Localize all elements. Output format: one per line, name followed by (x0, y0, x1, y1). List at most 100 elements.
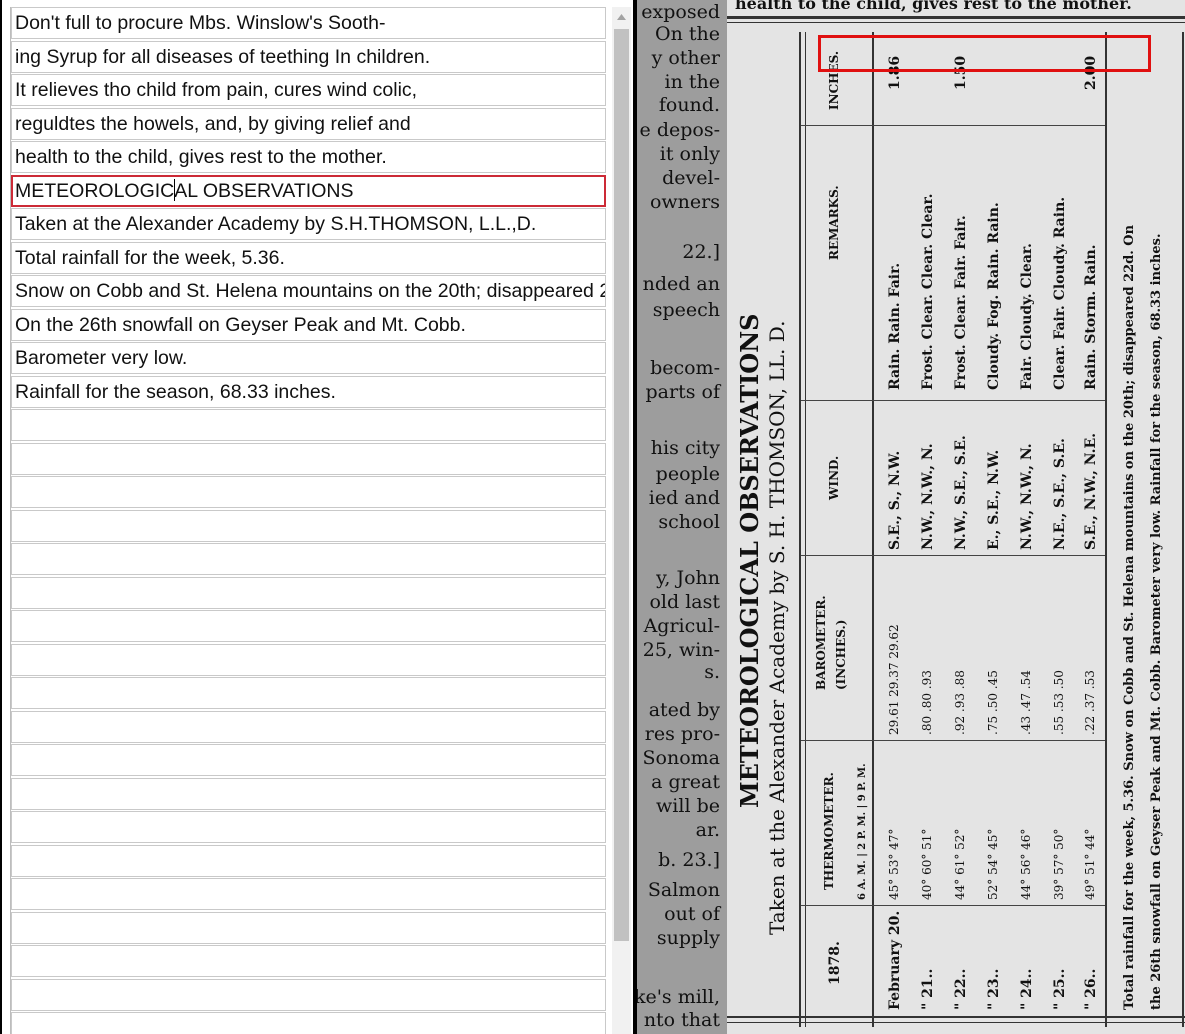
transcription-line-input[interactable]: Barometer very low. (11, 342, 606, 374)
scroll-up-arrow-icon[interactable] (612, 7, 631, 27)
scan-row-baro: .75 .50 .45 (986, 670, 1000, 735)
transcription-line-input[interactable]: Rainfall for the season, 68.33 inches. (11, 376, 606, 408)
transcription-line-input[interactable] (11, 476, 606, 508)
scan-row-remarks: Cloudy. Fog. Rain. Rain. (986, 202, 1002, 390)
transcription-line-input[interactable] (11, 945, 606, 977)
scan-column-text: people (655, 463, 720, 485)
scan-column-text: ke's mill, (637, 986, 720, 1008)
newspaper-scan-image: exposed On the y other in the found. e depos-… (637, 0, 1185, 1034)
active-line-text-before-caret: METEOROLOGIC (15, 180, 175, 202)
scan-row-baro: 29.61 29.37 29.62 (887, 624, 901, 735)
transcription-line-input[interactable] (11, 610, 606, 642)
transcription-line-input[interactable]: On the 26th snowfall on Geyser Peak and … (11, 309, 606, 341)
scan-column-text: in the (664, 71, 720, 93)
transcription-line-input[interactable]: Don't full to procure Mbs. Winslow's Soo… (11, 7, 606, 39)
scan-row-therm: 52° 54° 45° (986, 828, 1000, 900)
scan-column-text: a great (651, 771, 720, 793)
scan-row-date: February 20. (887, 910, 903, 1010)
scan-row-therm: 44° 56° 46° (1019, 828, 1033, 900)
scan-column-text: y other (651, 47, 720, 69)
scan-column-text: supply (656, 927, 720, 949)
scan-column-text: nded an (642, 273, 720, 295)
scan-row-therm: 49° 51° 44° (1083, 828, 1097, 900)
scan-header-barometer: BAROMETER. (814, 595, 828, 690)
transcription-line-input[interactable]: It relieves tho child from pain, cures w… (11, 74, 606, 106)
scan-column-text: b. 23.] (658, 849, 720, 871)
transcription-line-input[interactable] (11, 711, 606, 743)
scan-row-baro: .55 .53 .50 (1052, 670, 1066, 735)
transcription-line-input[interactable]: Snow on Cobb and St. Helena mountains on… (11, 275, 606, 307)
transcription-line-input[interactable] (11, 543, 606, 575)
scan-row-wind: N.W., N.W., N. (1019, 443, 1035, 550)
transcription-line-input[interactable] (11, 443, 606, 475)
scan-title: METEOROLOGICAL OBSERVATIONS (735, 313, 764, 808)
vertical-scrollbar[interactable] (612, 7, 631, 1034)
transcription-line-input[interactable] (11, 510, 606, 542)
scan-row-wind: E., S.E., N.W. (986, 449, 1002, 550)
ocr-highlight-box (818, 35, 1151, 72)
scan-column-text: nto that (643, 1009, 720, 1031)
scan-row-wind: S.E., S., N.W. (887, 450, 903, 550)
scan-column-text: 22.] (682, 241, 720, 263)
scan-footer-line-1: Total rainfall for the week, 5.36. Snow … (1122, 224, 1137, 1010)
scan-row-remarks: Fair. Cloudy. Clear. (1019, 243, 1035, 390)
scan-row-wind: N.W., S.E., S.E. (953, 435, 969, 550)
scan-row-remarks: Frost. Clear. Fair. Fair. (953, 215, 969, 390)
scan-column-text: becom- (650, 357, 720, 379)
scan-row-date: " 21.. (920, 968, 936, 1010)
scan-row-therm: 39° 57° 50° (1052, 828, 1066, 900)
scan-column-text: exposed (641, 1, 720, 23)
scan-column-text: owners (649, 191, 720, 213)
scan-column-text: it only (659, 143, 720, 165)
transcription-line-input[interactable]: reguldtes the howels, and, by giving rel… (11, 108, 606, 140)
scan-row-date: " 22.. (953, 968, 969, 1010)
scan-column-text: res pro- (644, 723, 720, 745)
scan-row-remarks: Rain. Storm. Rain. (1083, 244, 1099, 390)
scan-header-times: 6 A. M. | 2 P. M. | 9 P. M. (857, 763, 868, 900)
scan-row-remarks: Frost. Clear. Clear. Clear. (920, 193, 936, 390)
transcription-line-input[interactable] (11, 979, 606, 1011)
scan-column-text: e depos- (639, 119, 720, 141)
scan-column-text: his city (650, 437, 720, 459)
scan-row-wind: N.E., S.E., S.E. (1052, 438, 1068, 550)
transcription-line-input[interactable] (11, 744, 606, 776)
scan-column-text: devel- (662, 167, 720, 189)
transcription-line-input[interactable] (11, 1012, 606, 1034)
transcription-line-input[interactable] (11, 644, 606, 676)
transcription-editor: Don't full to procure Mbs. Winslow's Soo… (10, 7, 608, 1034)
scan-top-text: health to the child, gives rest to the m… (735, 0, 1132, 13)
scan-row-date: " 26.. (1083, 968, 1099, 1010)
transcription-line-input[interactable]: ing Syrup for all diseases of teething I… (11, 41, 606, 73)
transcription-line-input[interactable]: Taken at the Alexander Academy by S.H.TH… (11, 208, 606, 240)
scrollbar-thumb[interactable] (614, 29, 629, 941)
transcription-line-input[interactable] (11, 845, 606, 877)
scan-header-wind: WIND. (827, 455, 841, 500)
transcription-line-input[interactable] (11, 878, 606, 910)
transcription-line-input[interactable] (11, 811, 606, 843)
scan-row-baro: .80 .80 .93 (920, 670, 934, 735)
scan-header-thermometer: THERMOMETER. (822, 772, 836, 890)
transcription-line-input[interactable]: Total rainfall for the week, 5.36. (11, 242, 606, 274)
scan-column-text: On the (655, 23, 720, 45)
scan-column-text: found. (658, 94, 720, 116)
transcription-line-input[interactable] (11, 912, 606, 944)
scan-footer-line-2: the 26th snowfall on Geyser Peak and Mt.… (1149, 233, 1164, 1010)
scan-column-text: school (658, 511, 720, 533)
transcription-line-input-active[interactable]: METEOROLOGICAL OBSERVATIONS (11, 175, 606, 207)
scan-column-text: parts of (645, 381, 720, 403)
scan-column-text: old last (649, 591, 720, 613)
scan-column-text: 25, win- (642, 639, 720, 661)
transcription-line-input[interactable] (11, 677, 606, 709)
scan-subtitle: Taken at the Alexander Academy by S. H. … (765, 320, 789, 935)
scan-row-remarks: Rain. Rain. Fair. (887, 262, 903, 390)
scan-row-wind: S.E., N.W., N.E. (1083, 432, 1099, 550)
transcription-line-input[interactable] (11, 577, 606, 609)
scan-column-text: Sonoma (642, 747, 720, 769)
scan-row-wind: N.W., N.W., N. (920, 443, 936, 550)
active-line-text-after-caret: AL OBSERVATIONS (174, 180, 354, 202)
transcription-line-input[interactable] (11, 778, 606, 810)
scan-column-text: Agricul- (643, 615, 720, 637)
transcription-line-input[interactable] (11, 409, 606, 441)
scan-column-text: y, John (656, 567, 720, 589)
transcription-line-input[interactable]: health to the child, gives rest to the m… (11, 141, 606, 173)
